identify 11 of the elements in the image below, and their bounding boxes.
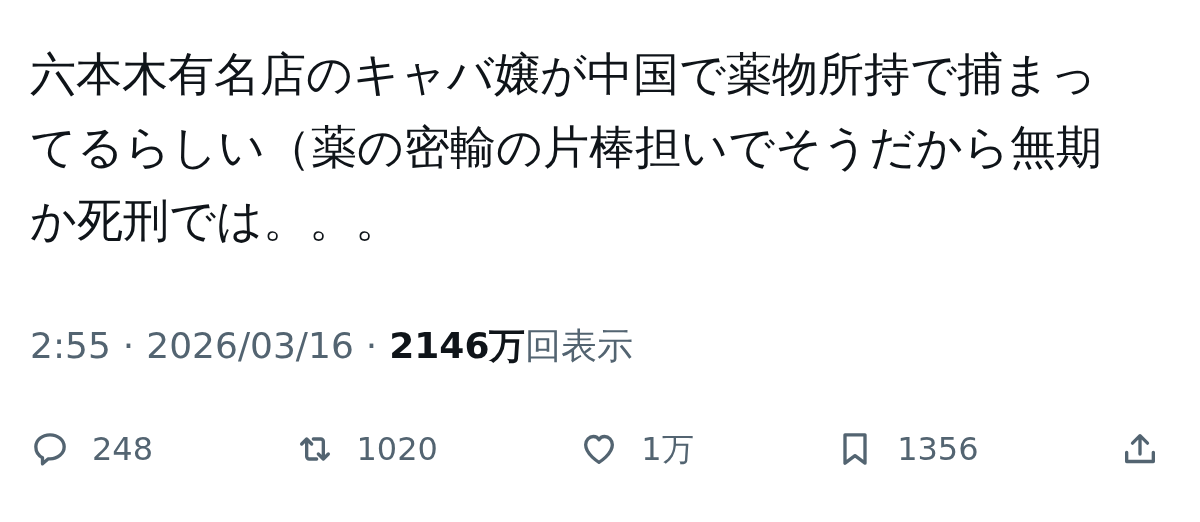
separator-dot: · xyxy=(365,324,378,368)
post-text: 六本木有名店のキャバ嬢が中国で薬物所持で捕まってるらしい（薬の密輸の片棒担いでそうだから無期か死刑では。。。 xyxy=(30,46,1103,249)
bookmark-button[interactable]: 1356 xyxy=(835,425,979,473)
post-date: 2026/03/16 xyxy=(146,324,354,368)
like-button[interactable]: 1万 xyxy=(579,425,694,473)
post-time: 2:55 xyxy=(30,324,111,368)
repost-button[interactable]: 1020 xyxy=(294,425,438,473)
views-count: 2146万 xyxy=(389,324,526,368)
separator-dot: · xyxy=(122,324,135,368)
reply-button[interactable]: 248 xyxy=(30,425,154,473)
views-label: 回表示 xyxy=(525,324,634,368)
